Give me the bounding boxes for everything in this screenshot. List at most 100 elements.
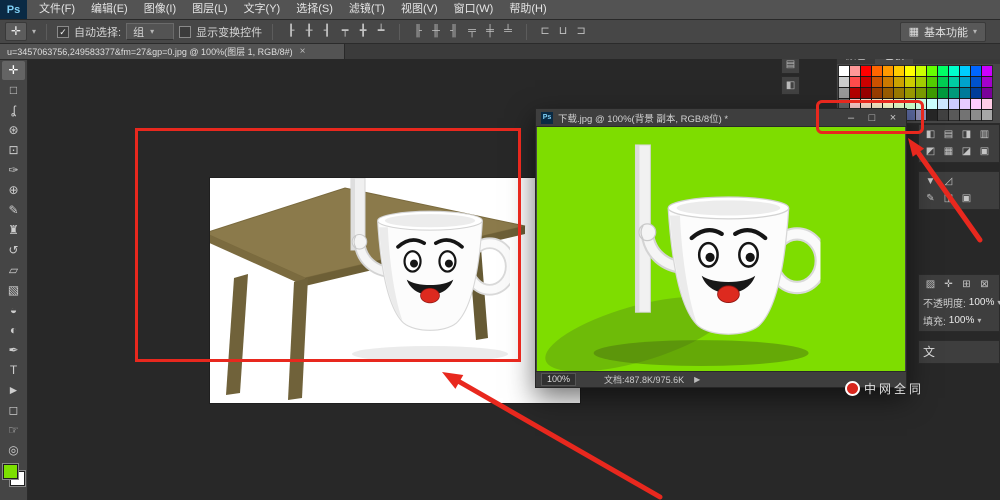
arrange-icon[interactable]: ⊐ — [573, 24, 589, 39]
type-icon[interactable]: T — [2, 361, 25, 380]
move-icon[interactable]: ✛ — [2, 61, 25, 80]
swatch[interactable] — [982, 110, 992, 120]
swatch[interactable] — [916, 99, 926, 109]
swatch[interactable] — [839, 77, 849, 87]
swatch[interactable] — [916, 110, 926, 120]
adjustment-icon[interactable]: ◨ — [959, 128, 974, 142]
swatch[interactable] — [971, 66, 981, 76]
distribute-icon[interactable]: ╤ — [464, 24, 480, 39]
maximize-button[interactable]: □ — [864, 110, 880, 126]
swatch[interactable] — [982, 66, 992, 76]
status-options-icon[interactable]: ▶ — [694, 375, 700, 384]
swatch[interactable] — [949, 66, 959, 76]
history-brush-icon[interactable]: ↺ — [2, 241, 25, 260]
swatch[interactable] — [916, 88, 926, 98]
gradient-icon[interactable]: ▧ — [2, 281, 25, 300]
align-icon[interactable]: ┯ — [337, 24, 353, 39]
zoom-icon[interactable]: ◎ — [2, 441, 25, 460]
document-tab[interactable]: u=3457063756,249583377&fm=27&gp=0.jpg @ … — [0, 44, 345, 59]
distribute-icon[interactable]: ╫ — [428, 24, 444, 39]
swatch[interactable] — [938, 88, 948, 98]
adjustment-icon[interactable]: ▥ — [977, 128, 992, 142]
path-select-icon[interactable]: ► — [2, 381, 25, 400]
swatch[interactable] — [982, 88, 992, 98]
fill-value[interactable]: 100% — [949, 315, 975, 326]
shape-icon[interactable]: ◻ — [2, 401, 25, 420]
swatch[interactable] — [894, 66, 904, 76]
swatch[interactable] — [982, 77, 992, 87]
swatch[interactable] — [949, 88, 959, 98]
distribute-icon[interactable]: ╧ — [500, 24, 516, 39]
swatch[interactable] — [850, 66, 860, 76]
close-button[interactable]: × — [885, 110, 901, 126]
swatch[interactable] — [894, 77, 904, 87]
tool-preset-caret-icon[interactable]: ▾ — [32, 27, 36, 36]
align-icon[interactable]: ╂ — [301, 24, 317, 39]
swatch[interactable] — [872, 77, 882, 87]
adjustment-icon[interactable]: ▤ — [941, 128, 956, 142]
swatch[interactable] — [872, 88, 882, 98]
draw-icon[interactable]: ✎ — [923, 192, 938, 206]
swatch[interactable] — [883, 66, 893, 76]
auto-select-checkbox[interactable]: ✓ — [57, 26, 69, 38]
swatch[interactable] — [839, 88, 849, 98]
swatch[interactable] — [949, 77, 959, 87]
menu-item[interactable]: 滤镜(T) — [341, 0, 393, 19]
swatch[interactable] — [949, 110, 959, 120]
minimize-button[interactable]: – — [843, 110, 859, 126]
arrange-icon[interactable]: ⊏ — [537, 24, 553, 39]
collapsed-panel-button[interactable]: ◧ — [781, 76, 800, 95]
adjustment-icon[interactable]: ◧ — [923, 128, 938, 142]
eraser-icon[interactable]: ▱ — [2, 261, 25, 280]
crop-icon[interactable]: ⊡ — [2, 141, 25, 160]
foreground-color-swatch[interactable] — [3, 464, 18, 479]
swatch[interactable] — [850, 77, 860, 87]
menu-item[interactable]: 窗口(W) — [446, 0, 502, 19]
swatch[interactable] — [982, 99, 992, 109]
swatch[interactable] — [971, 99, 981, 109]
lock-icon[interactable]: ⊞ — [959, 278, 974, 292]
eyedropper-icon[interactable]: ✑ — [2, 161, 25, 180]
show-transform-checkbox[interactable] — [179, 26, 191, 38]
swatch[interactable] — [938, 77, 948, 87]
swatch[interactable] — [971, 110, 981, 120]
zoom-level-field[interactable]: 100% — [541, 373, 576, 386]
main-document-canvas[interactable] — [210, 178, 580, 403]
clone-stamp-icon[interactable]: ♜ — [2, 221, 25, 240]
swatch[interactable] — [938, 66, 948, 76]
menu-item[interactable]: 选择(S) — [288, 0, 341, 19]
swatch[interactable] — [883, 88, 893, 98]
swatch[interactable] — [949, 99, 959, 109]
swatch[interactable] — [960, 66, 970, 76]
menu-item[interactable]: 图层(L) — [184, 0, 235, 19]
brush-icon[interactable]: ✎ — [2, 201, 25, 220]
swatch[interactable] — [927, 77, 937, 87]
swatch[interactable] — [938, 99, 948, 109]
lock-icon[interactable]: ⊠ — [977, 278, 992, 292]
swatch[interactable] — [872, 66, 882, 76]
swatch[interactable] — [960, 110, 970, 120]
adjustment-icon[interactable]: ◪ — [959, 145, 974, 159]
swatch[interactable] — [916, 77, 926, 87]
swatch[interactable] — [905, 77, 915, 87]
swatch[interactable] — [894, 88, 904, 98]
lock-icon[interactable]: ✛ — [941, 278, 956, 292]
swatch[interactable] — [905, 66, 915, 76]
menu-item[interactable]: 图像(I) — [136, 0, 184, 19]
distribute-icon[interactable]: ╢ — [446, 24, 462, 39]
swatch[interactable] — [927, 110, 937, 120]
blur-icon[interactable]: ◒ — [2, 301, 25, 320]
distribute-icon[interactable]: ╪ — [482, 24, 498, 39]
swatch[interactable] — [905, 88, 915, 98]
current-tool-icon[interactable]: ✛ — [5, 22, 27, 41]
swatch[interactable] — [861, 66, 871, 76]
workspace-switcher[interactable]: ▦ 基本功能 ▾ — [900, 22, 986, 42]
swatch[interactable] — [960, 88, 970, 98]
adjustment-icon[interactable]: ◩ — [923, 145, 938, 159]
swatch[interactable] — [850, 88, 860, 98]
swatch[interactable] — [861, 88, 871, 98]
align-icon[interactable]: ╋ — [355, 24, 371, 39]
lock-icon[interactable]: ▨ — [923, 278, 938, 292]
swatch[interactable] — [938, 110, 948, 120]
swatch[interactable] — [960, 77, 970, 87]
